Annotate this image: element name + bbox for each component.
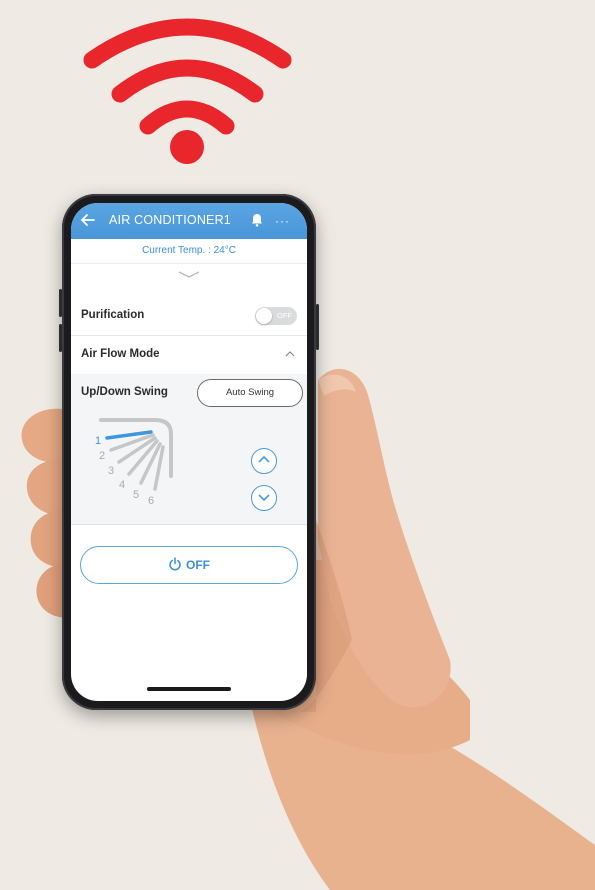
louver-number: 5 [133, 489, 139, 501]
app-screen: AIR CONDITIONER1 ··· Current Temp. : 24°… [71, 203, 307, 701]
chevron-up-icon[interactable] [285, 351, 295, 357]
bell-icon[interactable] [249, 212, 265, 228]
volume-button [59, 324, 62, 352]
app-header: AIR CONDITIONER1 ··· [71, 203, 307, 239]
auto-swing-button[interactable]: Auto Swing [197, 379, 303, 407]
louver-number: 4 [119, 479, 125, 491]
chevron-up-icon [258, 455, 270, 463]
louver-number: 2 [99, 450, 105, 462]
purification-label: Purification [81, 309, 145, 321]
power-side-button [316, 304, 319, 350]
home-indicator[interactable] [147, 687, 231, 691]
chevron-down-icon[interactable] [177, 270, 201, 280]
wifi-icon [83, 18, 292, 164]
air-flow-mode-row[interactable]: Air Flow Mode [71, 336, 307, 375]
volume-button [59, 289, 62, 317]
smartphone: AIR CONDITIONER1 ··· Current Temp. : 24°… [59, 194, 319, 710]
power-button-label: OFF [186, 558, 210, 572]
back-arrow-icon[interactable] [79, 211, 97, 229]
air-flow-mode-label: Air Flow Mode [81, 348, 160, 360]
toggle-knob [256, 308, 272, 324]
up-down-swing-label: Up/Down Swing [81, 386, 168, 398]
swing-panel: Up/Down Swing Auto Swing 1 2 3 4 5 6 [71, 374, 307, 525]
chevron-down-icon [258, 494, 270, 502]
toggle-state-label: OFF [277, 311, 292, 320]
page-title: AIR CONDITIONER1 [109, 213, 231, 227]
louver-number: 3 [108, 465, 114, 477]
power-off-button[interactable]: OFF [80, 546, 298, 584]
more-icon[interactable]: ··· [275, 215, 290, 227]
louver-position-diagram: 1 2 3 4 5 6 [95, 418, 173, 507]
swing-up-button[interactable] [251, 448, 277, 474]
louver-number: 6 [148, 495, 154, 507]
power-icon [169, 557, 181, 571]
swing-down-button[interactable] [251, 485, 277, 511]
purification-toggle[interactable]: OFF [255, 307, 297, 325]
louver-number: 1 [95, 435, 101, 447]
current-temperature: Current Temp. : 24°C [71, 239, 307, 264]
purification-row: Purification OFF [71, 297, 307, 336]
